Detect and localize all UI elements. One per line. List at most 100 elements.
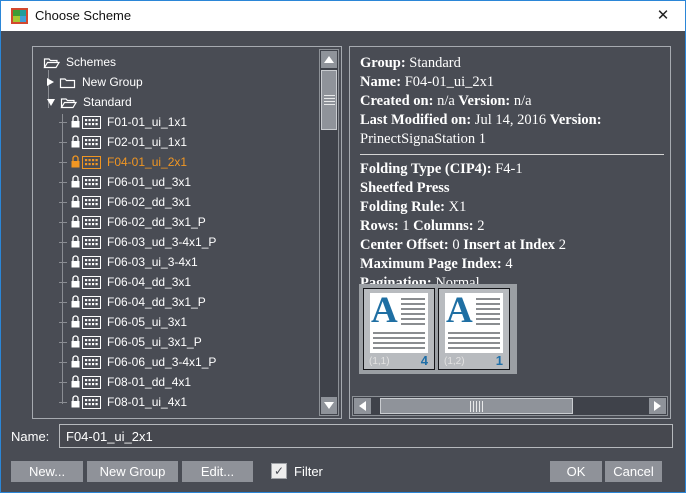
tree-item[interactable]: F06-03_ud_3-4x1_P bbox=[35, 232, 316, 252]
cancel-button[interactable]: Cancel bbox=[605, 461, 662, 482]
details-line: Group: Standard bbox=[360, 54, 664, 73]
scheme-grid-icon bbox=[82, 156, 101, 169]
tree-connector bbox=[59, 142, 67, 143]
scheme-grid-icon bbox=[82, 176, 101, 189]
lock-icon bbox=[70, 335, 81, 349]
details-line: Folding Type (CIP4): F4-1 bbox=[360, 160, 664, 179]
lock-icon bbox=[70, 235, 81, 249]
scheme-grid-icon bbox=[82, 336, 101, 349]
edit-button[interactable]: Edit... bbox=[182, 461, 253, 482]
tree-label: F06-03_ud_3-4x1_P bbox=[107, 232, 216, 252]
text-lines bbox=[448, 332, 500, 351]
details-separator bbox=[360, 154, 664, 155]
details-line: Maximum Page Index: 4 bbox=[360, 255, 664, 274]
tree-connector bbox=[59, 202, 67, 203]
tree-group[interactable]: Standard bbox=[35, 92, 316, 112]
tree-vertical-scrollbar[interactable] bbox=[319, 49, 339, 416]
tree-item[interactable]: F08-01_dd_4x1 bbox=[35, 372, 316, 392]
tree-connector bbox=[59, 302, 67, 303]
tree-connector bbox=[59, 122, 67, 123]
tree-label: F06-01_ud_3x1 bbox=[107, 172, 191, 192]
vertical-scrollbar-thumb[interactable] bbox=[321, 70, 337, 130]
folder-open-icon bbox=[43, 56, 60, 69]
tree-item[interactable]: F06-02_dd_3x1_P bbox=[35, 212, 316, 232]
tree-label: F06-05_ui_3x1 bbox=[107, 312, 187, 332]
lock-icon bbox=[70, 115, 81, 129]
tree-connector bbox=[59, 402, 67, 403]
scheme-grid-icon bbox=[82, 276, 101, 289]
expander-collapsed-icon[interactable] bbox=[47, 78, 54, 86]
name-input[interactable] bbox=[59, 424, 673, 448]
tree-label: F06-03_ui_3-4x1 bbox=[107, 252, 198, 272]
title-bar: Choose Scheme ✕ bbox=[1, 1, 685, 31]
tree-item[interactable]: F08-01_ui_4x1 bbox=[35, 392, 316, 412]
folder-closed-icon bbox=[59, 76, 76, 89]
ok-button[interactable]: OK bbox=[550, 461, 602, 482]
details-line: Rows: 1 Columns: 2 bbox=[360, 217, 664, 236]
details-line: Folding Rule: X1 bbox=[360, 198, 664, 217]
scheme-grid-icon bbox=[82, 376, 101, 389]
tree-item[interactable]: F02-01_ui_1x1 bbox=[35, 132, 316, 152]
app-icon bbox=[11, 8, 28, 24]
tree-item[interactable]: F06-05_ui_3x1 bbox=[35, 312, 316, 332]
details-line: Last Modified on: Jul 14, 2016 Version: … bbox=[360, 111, 664, 149]
details-line: Created on: n/a Version: n/a bbox=[360, 92, 664, 111]
tree-item[interactable]: F06-03_ui_3-4x1 bbox=[35, 252, 316, 272]
page-letter: A bbox=[371, 293, 398, 332]
scheme-grid-icon bbox=[82, 296, 101, 309]
new-group-button[interactable]: New Group bbox=[87, 461, 178, 482]
tree-item[interactable]: F06-05_ui_3x1_P bbox=[35, 332, 316, 352]
tree-item[interactable]: F04-01_ui_2x1 bbox=[35, 152, 316, 172]
details-line: Center Offset: 0 Insert at Index 2 bbox=[360, 236, 664, 255]
scheme-grid-icon bbox=[82, 136, 101, 149]
tree-item[interactable]: F06-01_ud_3x1 bbox=[35, 172, 316, 192]
lock-icon bbox=[70, 135, 81, 149]
filter-checkbox[interactable]: ✓ bbox=[271, 463, 287, 479]
scroll-right-button[interactable] bbox=[649, 398, 666, 414]
scheme-preview: A (1,1) 4 A (1,2) 1 bbox=[359, 284, 517, 374]
page-coordinate: (1,1) bbox=[369, 356, 390, 367]
page-thumbnail[interactable]: A (1,2) 1 bbox=[438, 288, 510, 370]
tree-connector bbox=[59, 382, 67, 383]
tree-label: F06-02_dd_3x1_P bbox=[107, 212, 206, 232]
tree-label: F01-01_ui_1x1 bbox=[107, 112, 187, 132]
tree-connector bbox=[59, 262, 67, 263]
page-thumbnail[interactable]: A (1,1) 4 bbox=[363, 288, 435, 370]
tree-root[interactable]: Schemes bbox=[35, 52, 316, 72]
window-title: Choose Scheme bbox=[35, 1, 131, 31]
tree-label: F06-04_dd_3x1_P bbox=[107, 292, 206, 312]
scroll-left-button[interactable] bbox=[354, 398, 371, 414]
tree-item[interactable]: F06-02_dd_3x1 bbox=[35, 192, 316, 212]
scheme-grid-icon bbox=[82, 316, 101, 329]
arrow-right-icon bbox=[654, 401, 661, 411]
tree-item[interactable]: F06-04_dd_3x1_P bbox=[35, 292, 316, 312]
tree-item[interactable]: F06-06_ud_3-4x1_P bbox=[35, 352, 316, 372]
filter-label: Filter bbox=[294, 461, 323, 482]
lock-icon bbox=[70, 355, 81, 369]
tree-label: F06-06_ud_3-4x1_P bbox=[107, 352, 216, 372]
choose-scheme-dialog: Choose Scheme ✕ SchemesNew GroupStandard… bbox=[0, 0, 686, 493]
horizontal-scrollbar-thumb[interactable] bbox=[380, 398, 573, 414]
scroll-down-button[interactable] bbox=[321, 397, 337, 414]
close-icon[interactable]: ✕ bbox=[641, 1, 685, 31]
scheme-grid-icon bbox=[82, 196, 101, 209]
expander-expanded-icon[interactable] bbox=[47, 99, 55, 106]
tree-item[interactable]: F06-04_dd_3x1 bbox=[35, 272, 316, 292]
lock-icon bbox=[70, 275, 81, 289]
scheme-details-panel: Group: StandardName: F04-01_ui_2x1Create… bbox=[349, 46, 671, 419]
tree-label: F06-05_ui_3x1_P bbox=[107, 332, 202, 352]
lock-icon bbox=[70, 295, 81, 309]
tree-label: F08-01_dd_4x1 bbox=[107, 372, 191, 392]
tree-group[interactable]: New Group bbox=[35, 72, 316, 92]
tree-label: F02-01_ui_1x1 bbox=[107, 132, 187, 152]
tree-item[interactable]: F01-01_ui_1x1 bbox=[35, 112, 316, 132]
scroll-up-button[interactable] bbox=[321, 51, 337, 68]
text-lines bbox=[401, 298, 425, 328]
grip-icon bbox=[324, 95, 335, 106]
new-button[interactable]: New... bbox=[11, 461, 83, 482]
lock-icon bbox=[70, 175, 81, 189]
preview-horizontal-scrollbar[interactable] bbox=[352, 396, 668, 416]
lock-icon bbox=[70, 195, 81, 209]
scheme-grid-icon bbox=[82, 236, 101, 249]
scheme-grid-icon bbox=[82, 256, 101, 269]
